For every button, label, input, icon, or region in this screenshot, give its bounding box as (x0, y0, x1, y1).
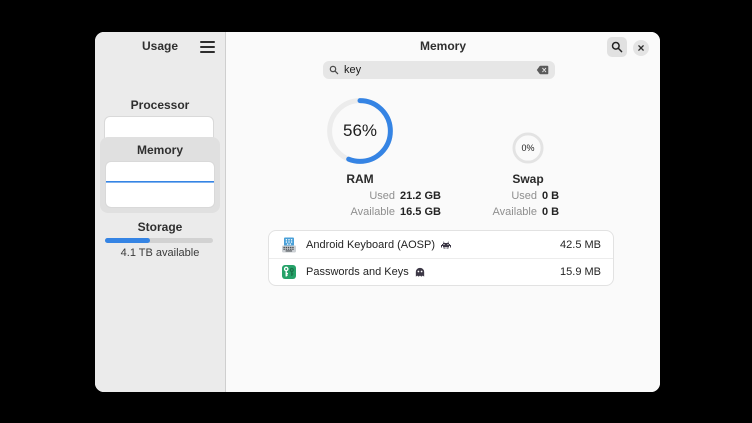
process-memory: 42.5 MB (560, 239, 601, 251)
swap-used-value: 0 B (542, 188, 632, 204)
page-title: Memory (226, 39, 660, 53)
search-toggle-button[interactable] (607, 37, 627, 57)
ram-percent: 56% (327, 98, 393, 164)
main-content: Memory × (226, 32, 660, 392)
ram-gauge: 56% (327, 98, 393, 164)
storage-progress-fill (105, 238, 150, 243)
search-bar[interactable] (323, 61, 555, 79)
process-row-android-keyboard[interactable]: Android Keyboard (AOSP) 42.5 MB (269, 231, 613, 258)
ghost-icon (415, 267, 425, 277)
process-name: Android Keyboard (AOSP) (306, 239, 435, 251)
swap-percent: 0% (512, 132, 544, 164)
swap-used-label: Used (467, 188, 537, 204)
desktop-background: Usage Processor Memory Storage 4.1 TB av… (0, 0, 752, 423)
process-row-passwords-keys[interactable]: Passwords and Keys 15.9 MB (269, 258, 613, 285)
clear-search-icon[interactable] (536, 65, 549, 75)
space-invader-icon (441, 241, 451, 249)
sidebar-item-processor[interactable]: Processor (95, 98, 225, 112)
swap-label: Swap (468, 172, 588, 186)
passwords-keys-app-icon (281, 264, 297, 280)
ram-used-label: Used (325, 188, 395, 204)
sidebar: Usage Processor Memory Storage 4.1 TB av… (95, 32, 226, 392)
ram-stats: Used 21.2 GB Available 16.5 GB (325, 188, 490, 220)
search-entry-icon (329, 65, 339, 75)
sidebar-item-storage[interactable]: Storage (95, 220, 225, 234)
memory-mini-chart (105, 161, 215, 208)
sidebar-item-memory-label: Memory (100, 143, 220, 157)
search-icon (611, 41, 623, 53)
swap-gauge: 0% (512, 132, 544, 164)
usage-app-window: Usage Processor Memory Storage 4.1 TB av… (95, 32, 660, 392)
menu-icon[interactable] (200, 41, 215, 53)
storage-progress-bar (105, 238, 213, 243)
swap-stats: Used 0 B Available 0 B (467, 188, 632, 220)
android-keyboard-app-icon (281, 237, 297, 253)
process-list: Android Keyboard (AOSP) 42.5 MB (268, 230, 614, 286)
swap-available-value: 0 B (542, 204, 632, 220)
storage-available-text: 4.1 TB available (95, 247, 225, 259)
sidebar-item-memory[interactable]: Memory (100, 137, 220, 213)
swap-available-label: Available (467, 204, 537, 220)
memory-chart-line (106, 162, 214, 207)
process-memory: 15.9 MB (560, 266, 601, 278)
process-name: Passwords and Keys (306, 266, 409, 278)
ram-label: RAM (300, 172, 420, 186)
search-input[interactable] (344, 64, 536, 76)
ram-available-label: Available (325, 204, 395, 220)
close-icon[interactable]: × (633, 40, 649, 56)
